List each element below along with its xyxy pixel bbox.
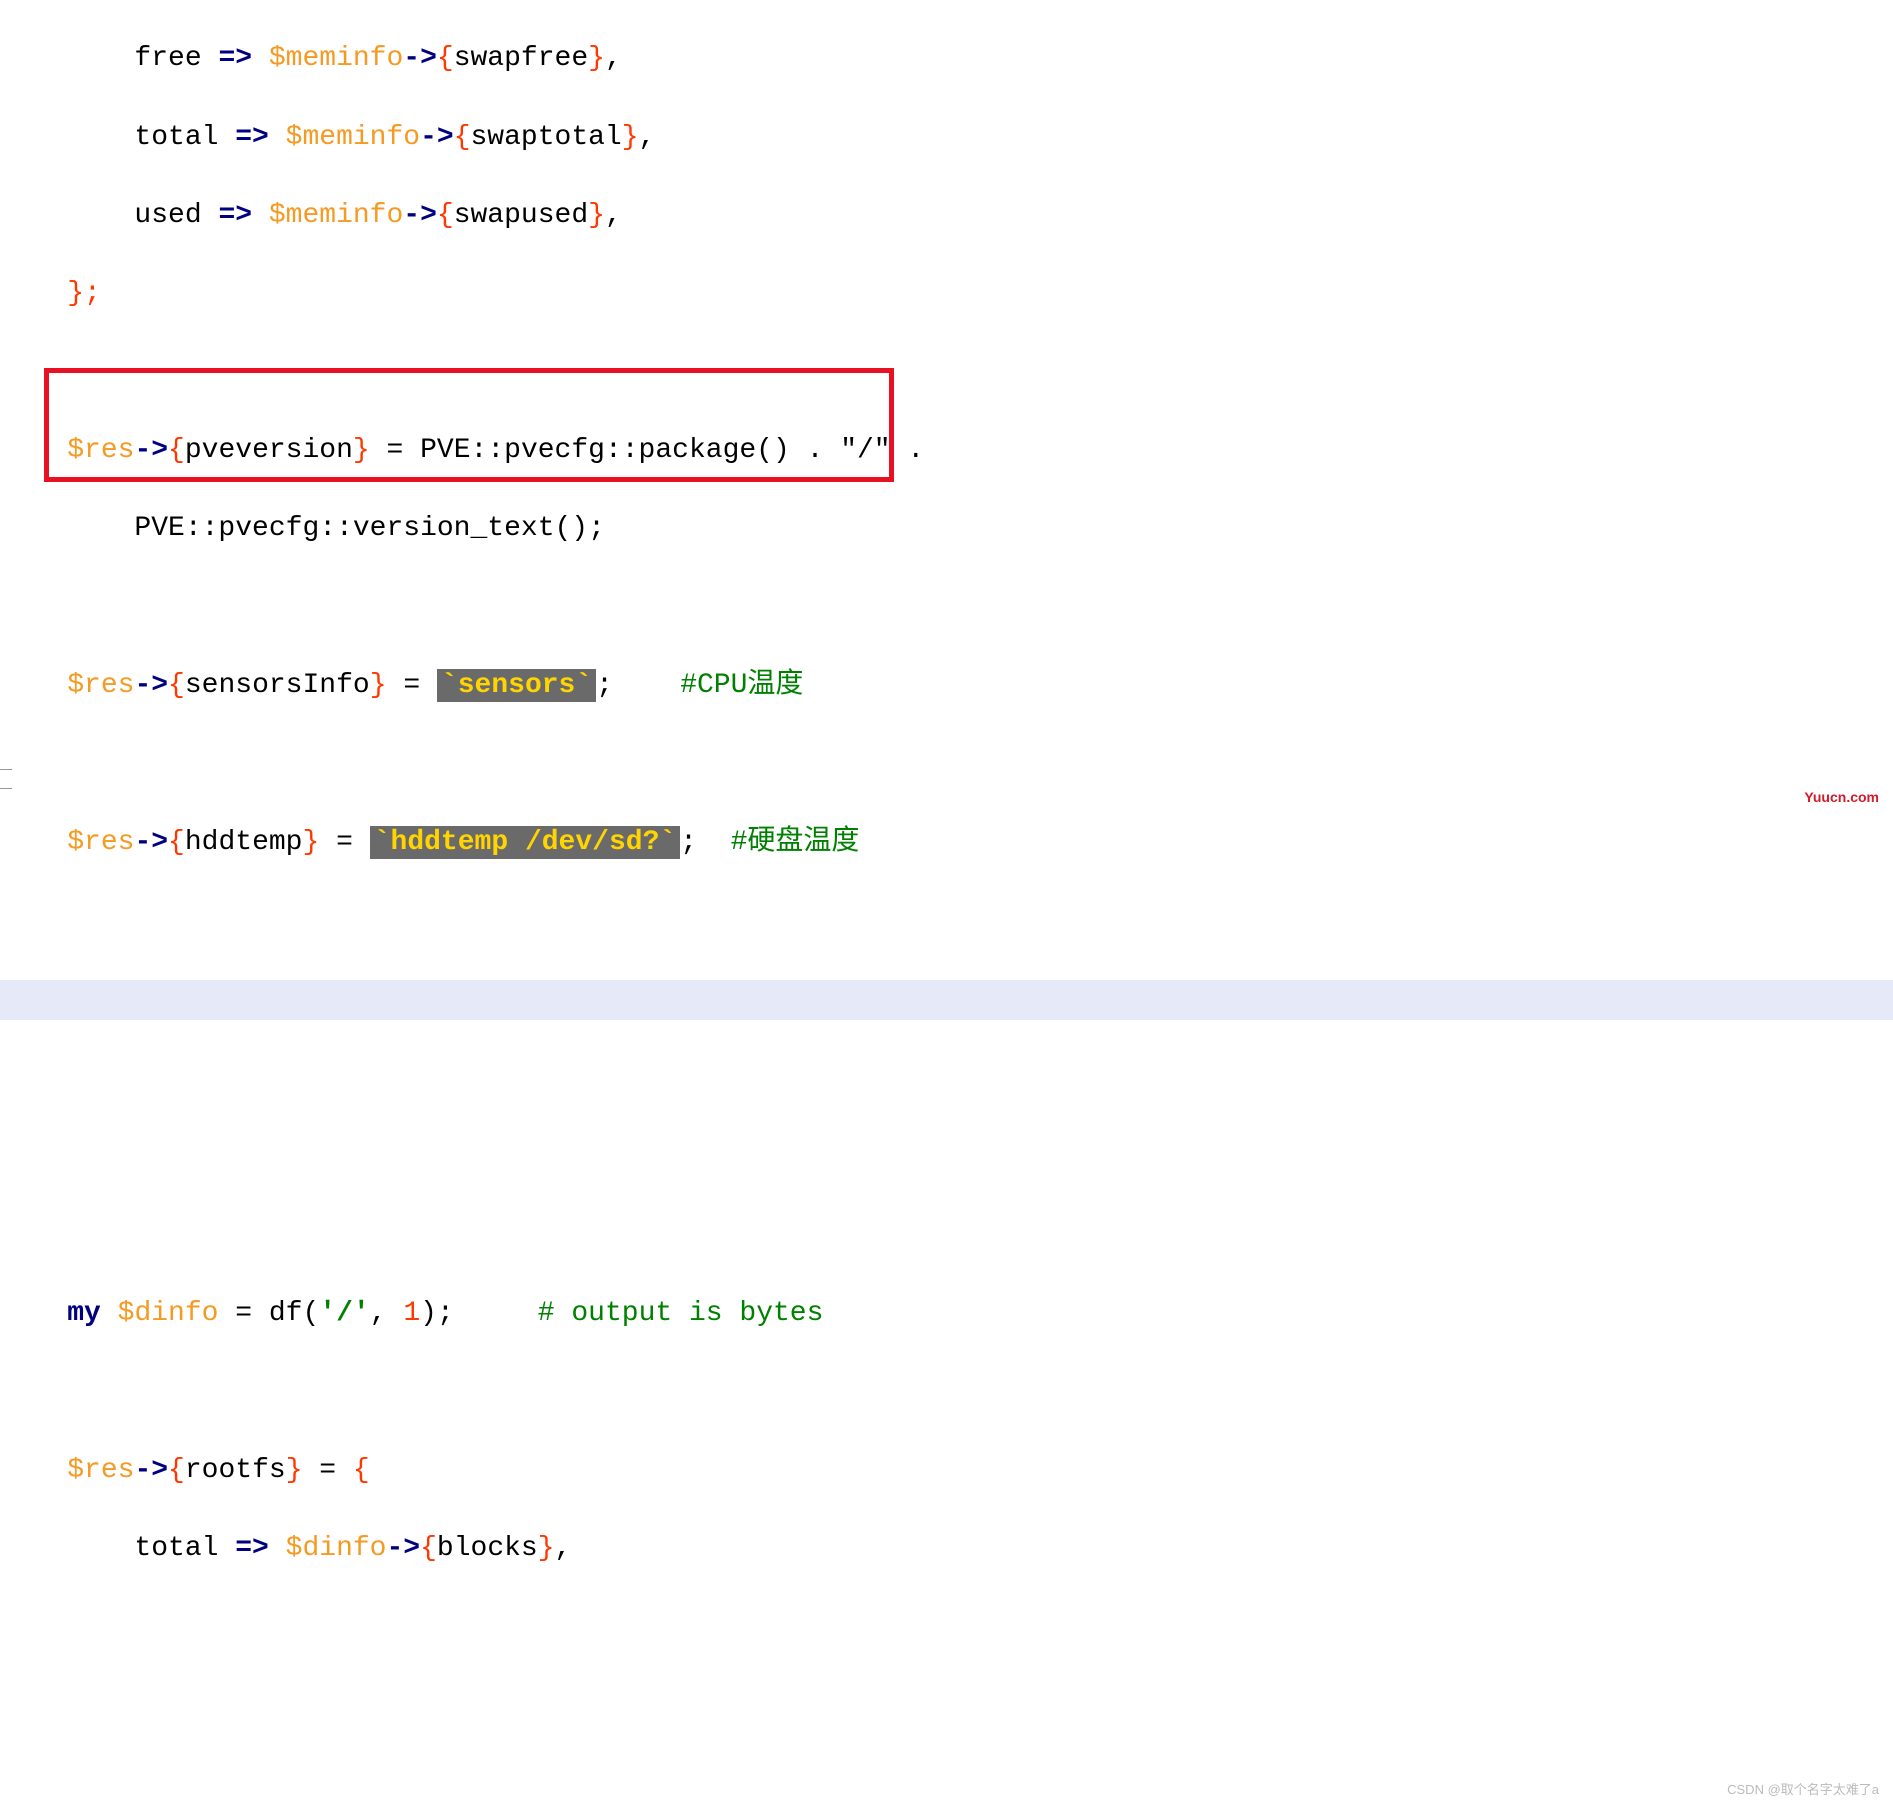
- code-line: };: [0, 274, 1893, 313]
- blank-line: [0, 353, 1893, 392]
- code-line: total => $meminfo->{swaptotal},: [0, 118, 1893, 157]
- gutter-marker-icon: [0, 769, 12, 789]
- blank-line: [0, 745, 1893, 784]
- watermark-csdn: CSDN @取个名字太难了a: [1727, 1781, 1879, 1799]
- command-sensors: `sensors`: [437, 669, 596, 702]
- code-line: total => $dinfo->{blocks},: [0, 1529, 1893, 1568]
- blank-line: [0, 901, 1893, 940]
- comment-cpu-temp: #CPU温度: [680, 670, 803, 701]
- cursor-line-highlight: [0, 980, 1893, 1020]
- command-hddtemp: `hddtemp /dev/sd?`: [370, 826, 680, 859]
- code-line: $res->{pveversion} = PVE::pvecfg::packag…: [0, 431, 1893, 470]
- code-line: free => $meminfo->{swapfree},: [0, 39, 1893, 78]
- code-line: $res->{hddtemp} = `hddtemp /dev/sd?`; #硬…: [0, 823, 1893, 862]
- code-line: my $dinfo = df('/', 1); # output is byte…: [0, 1294, 1893, 1333]
- blank-line: [0, 588, 1893, 627]
- blank-line: [0, 1372, 1893, 1411]
- blank-line: [0, 1137, 1893, 1176]
- code-editor: free => $meminfo->{swapfree}, total => $…: [0, 0, 1893, 1803]
- blank-line: [0, 1216, 1893, 1255]
- comment-bytes: # output is bytes: [538, 1298, 824, 1329]
- code-line: PVE::pvecfg::version_text();: [0, 509, 1893, 548]
- code-line: $res->{sensorsInfo} = `sensors`; #CPU温度: [0, 666, 1893, 705]
- comment-hdd-temp: #硬盘温度: [731, 827, 860, 858]
- code-line: $res->{rootfs} = {: [0, 1451, 1893, 1490]
- blank-line: [0, 1059, 1893, 1098]
- code-line: used => $meminfo->{swapused},: [0, 196, 1893, 235]
- watermark-yuucn: Yuucn.com: [1804, 788, 1879, 808]
